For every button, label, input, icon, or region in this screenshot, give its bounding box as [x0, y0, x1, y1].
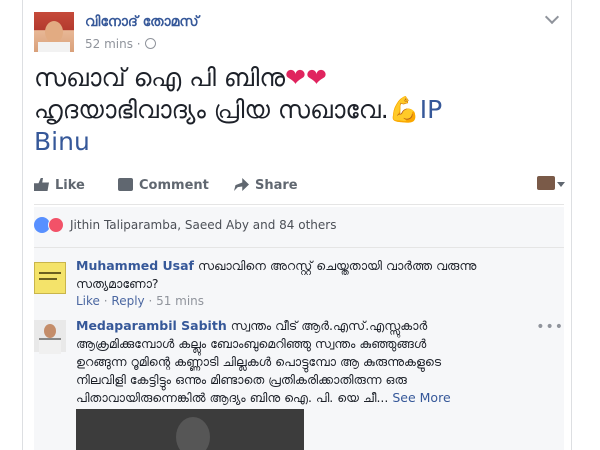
- reaction-names[interactable]: Jithin Taliparamba, Saeed Aby and 84 oth…: [70, 218, 336, 232]
- comment-reply-link[interactable]: Reply: [111, 294, 144, 308]
- facebook-post: വിനോദ് തോമസ് 52 mins · സഖാവ് ഐ പി ബിനു❤❤…: [22, 0, 572, 450]
- like-label: Like: [55, 178, 85, 193]
- post-options-chevron-icon[interactable]: [544, 9, 560, 25]
- comment-text: Muhammed Usaf സഖാവിനെ അറസ്റ്റ് ചെയ്തതായി…: [76, 257, 546, 293]
- comment-body-line1: സഖാവിനെ അറസ്റ്റ് ചെയ്തതായി വാർത്ത വരുന്ന…: [197, 258, 477, 273]
- commenter-name[interactable]: Medaparambil Sabith: [76, 318, 227, 333]
- post-author-name[interactable]: വിനോദ് തോമസ്: [85, 14, 199, 30]
- comment-text: Medaparambil Sabith സ്വന്തം വീട് ആർ.എസ്.…: [76, 317, 546, 407]
- avatar-face: [45, 21, 63, 43]
- comment-body-line1: സ്വന്തം വീട് ആർ.എസ്.എസ്സുകാർ: [230, 318, 428, 333]
- comment-actions: Like · Reply · 51 mins: [76, 294, 205, 308]
- comments-section: Jithin Taliparamba, Saeed Aby and 84 oth…: [34, 207, 564, 450]
- post-text-line2: ഹൃദയാഭിവാദ്യം പ്രിയ സഖാവേ.: [34, 95, 389, 124]
- avatar-doodle: [39, 272, 61, 274]
- avatar-head: [44, 324, 56, 338]
- audience-selector-icon[interactable]: [537, 176, 555, 190]
- comment-timestamp[interactable]: 51 mins: [156, 294, 204, 308]
- post-text-line1: സഖാവ് ഐ പി ബിനു: [34, 63, 286, 92]
- heart-emoji: ❤❤: [285, 63, 327, 92]
- share-label: Share: [255, 178, 298, 193]
- comment-button[interactable]: Comment: [118, 178, 209, 193]
- comment-body-line5: പിതാവായിരുന്നെങ്കിൽ ആദ്യം ബിനു ഐ. പി. യെ…: [76, 390, 389, 405]
- comment-options-icon[interactable]: •••: [536, 319, 564, 335]
- globe-icon: [144, 38, 156, 49]
- comment-body-line3: ഉറങ്ങുന്ന റൂമിന്റെ കണ്ണാടി ചില്ലകൾ പൊട്ട…: [76, 354, 442, 369]
- like-button[interactable]: Like: [34, 178, 85, 193]
- flexed-biceps-emoji: 💪: [388, 95, 420, 124]
- commenter-avatar[interactable]: [34, 320, 66, 354]
- comment-bubble-icon: [118, 178, 133, 191]
- see-more-link[interactable]: See More: [392, 390, 450, 405]
- reaction-summary[interactable]: Jithin Taliparamba, Saeed Aby and 84 oth…: [34, 217, 336, 233]
- comment-label: Comment: [139, 178, 209, 193]
- post-tag-ip-binu[interactable]: IP: [420, 95, 442, 124]
- post-tag-ip-binu-cont[interactable]: Binu: [34, 127, 90, 156]
- attachment-figure: [176, 417, 210, 450]
- chevron-down-icon[interactable]: [557, 182, 565, 187]
- avatar-shirt: [38, 42, 70, 52]
- author-avatar[interactable]: [34, 12, 74, 52]
- comment-body-line4: നിലവിളി കേട്ടിട്ടും ഒന്നും മിണ്ടാതെ പ്രത…: [76, 372, 407, 387]
- avatar-torso: [39, 338, 61, 354]
- share-arrow-icon: [234, 178, 249, 191]
- divider: [34, 204, 564, 205]
- commenter-avatar[interactable]: [34, 262, 66, 294]
- share-button[interactable]: Share: [234, 178, 298, 193]
- divider: [34, 247, 564, 248]
- comment-body-line2: സത്യമാണോ?: [76, 276, 159, 291]
- love-reaction-icon: [48, 217, 64, 233]
- commenter-name[interactable]: Muhammed Usaf: [76, 258, 194, 273]
- post-meta: 52 mins ·: [85, 37, 156, 51]
- post-timestamp[interactable]: 52 mins: [85, 37, 133, 51]
- post-action-bar: Like Comment Share: [34, 174, 564, 198]
- thumbs-up-icon: [34, 178, 49, 191]
- comment-attachment-image[interactable]: [76, 409, 304, 450]
- post-text: സഖാവ് ഐ പി ബിനു❤❤ ഹൃദയാഭിവാദ്യം പ്രിയ സഖ…: [34, 62, 564, 158]
- comment-like-link[interactable]: Like: [76, 294, 100, 308]
- comment-body-line2: ആക്രമിക്കുമ്പോൾ കല്ലും ബോംബുമെറിഞ്ഞു സ്വ…: [76, 336, 427, 351]
- avatar-doodle: [39, 278, 57, 280]
